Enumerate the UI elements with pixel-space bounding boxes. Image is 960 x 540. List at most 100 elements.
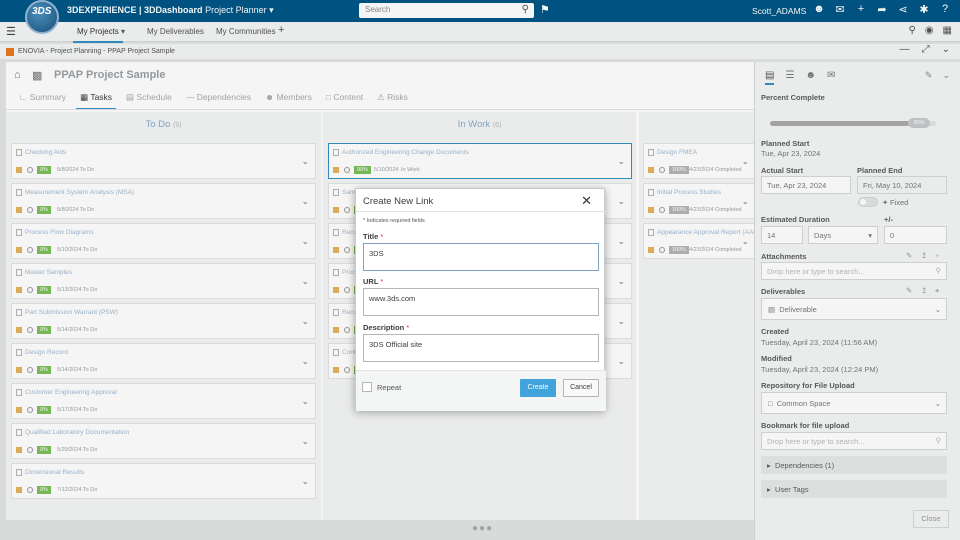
discussion-icon[interactable]: ✉ bbox=[827, 70, 835, 85]
chat-icon[interactable]: ▦ bbox=[943, 25, 952, 36]
task-card[interactable]: Master Samples 0% 5/13/2024 To Do ⌄ bbox=[11, 263, 316, 299]
create-button[interactable]: Create bbox=[520, 379, 556, 397]
add-icon[interactable]: + bbox=[935, 251, 939, 260]
document-icon bbox=[16, 149, 22, 156]
task-card[interactable]: Authorized Engineering Change Documents 9… bbox=[328, 143, 632, 179]
chevron-down-icon[interactable]: ▾ bbox=[121, 27, 125, 36]
user-tags-accordion[interactable]: ▸ User Tags bbox=[761, 480, 947, 498]
chevron-down-icon[interactable]: ⌄ bbox=[942, 44, 950, 55]
tab-my-communities[interactable]: My Communities bbox=[216, 27, 276, 36]
network-icon[interactable]: ⋖ bbox=[896, 3, 910, 16]
chevron-down-icon[interactable]: ⌄ bbox=[617, 196, 625, 207]
plusminus-input[interactable]: 0 bbox=[884, 226, 947, 244]
task-card[interactable]: Design Record 0% 5/14/2024 To Do ⌄ bbox=[11, 343, 316, 379]
tab-content[interactable]: □ Content bbox=[319, 92, 370, 107]
compass-logo[interactable]: 3DS bbox=[25, 0, 59, 34]
tools-icon[interactable]: ✱ bbox=[917, 3, 931, 16]
tab-schedule[interactable]: ▤ Schedule bbox=[119, 92, 179, 107]
task-card[interactable]: Process Flow Diagrams 0% 5/10/2024 To Do ⌄ bbox=[11, 223, 316, 259]
duration-unit-select[interactable]: Days ▾ bbox=[808, 226, 878, 244]
tag-icon[interactable]: ⚑ bbox=[540, 3, 550, 16]
chevron-down-icon[interactable]: ⌄ bbox=[301, 156, 309, 167]
repeat-checkbox[interactable] bbox=[362, 382, 372, 392]
chevron-down-icon[interactable]: ⌄ bbox=[301, 356, 309, 367]
bookmark-search[interactable]: Drop here or type to search... ⚲ bbox=[761, 432, 947, 450]
chevron-down-icon[interactable]: ⌄ bbox=[741, 236, 749, 247]
chevron-down-icon[interactable]: ⌄ bbox=[617, 356, 625, 367]
chevron-down-icon[interactable]: ⌄ bbox=[301, 196, 309, 207]
description-input[interactable]: 3DS Official site bbox=[363, 334, 599, 362]
help-icon[interactable]: ? bbox=[938, 3, 952, 16]
task-card[interactable]: Qualified Laboratory Documentation 0% 5/29… bbox=[11, 423, 316, 459]
title-input[interactable]: 3DS bbox=[363, 243, 599, 271]
tab-my-projects[interactable]: My Projects bbox=[73, 27, 123, 43]
task-card[interactable]: Customer Engineering Approval 0% 5/17/2024… bbox=[11, 383, 316, 419]
user-name[interactable]: Scott_ADAMS bbox=[752, 6, 806, 16]
chevron-down-icon[interactable]: ⌄ bbox=[301, 436, 309, 447]
clock-icon bbox=[27, 487, 33, 493]
repository-select[interactable]: □ Common Space ⌄ bbox=[761, 392, 947, 414]
cancel-button[interactable]: Cancel bbox=[563, 379, 599, 397]
dependencies-accordion[interactable]: ▸ Dependencies (1) bbox=[761, 456, 947, 474]
video-icon[interactable]: ◉ bbox=[925, 25, 934, 36]
task-card[interactable]: Appearance Approval Report (AAR) 100% 4/23… bbox=[643, 223, 760, 259]
tab-risks[interactable]: ⚠ Risks bbox=[370, 92, 415, 107]
app-name[interactable]: Project Planner bbox=[205, 5, 267, 15]
task-card[interactable]: Dimensional Results 0% 7/12/2024 To Do ⌄ bbox=[11, 463, 316, 499]
tab-members[interactable]: ☻ Members bbox=[258, 92, 319, 107]
chevron-down-icon[interactable]: ▾ bbox=[269, 5, 274, 15]
checklist-icon[interactable]: ☰ bbox=[785, 70, 794, 85]
notifications-icon[interactable]: ✉ bbox=[833, 3, 847, 16]
chevron-down-icon[interactable]: ⌄ bbox=[301, 396, 309, 407]
chevron-down-icon[interactable]: ⌄ bbox=[301, 316, 309, 327]
task-card[interactable]: Part Submission Warrant (PSW) 0% 5/14/2024… bbox=[11, 303, 316, 339]
search-icon[interactable]: ⚲ bbox=[522, 4, 529, 15]
search-user-icon[interactable]: ⚲ bbox=[908, 25, 915, 36]
search-input[interactable]: Search ⚲ bbox=[359, 3, 534, 18]
edit-icon[interactable]: ✎ bbox=[906, 251, 912, 260]
add-tab-icon[interactable]: + bbox=[278, 24, 284, 36]
tab-tasks[interactable]: ▦ Tasks bbox=[73, 92, 119, 110]
url-input[interactable]: www.3ds.com bbox=[363, 288, 599, 316]
task-card[interactable]: Checking Aids 0% 5/8/2024 To Do ⌄ bbox=[11, 143, 316, 179]
chevron-down-icon[interactable]: ⌄ bbox=[301, 276, 309, 287]
menu-icon[interactable]: ☰ bbox=[6, 25, 16, 38]
attachments-search[interactable]: Drop here or type to search... ⚲ bbox=[761, 262, 947, 280]
maximize-icon[interactable]: ⤢ bbox=[922, 44, 930, 55]
task-card[interactable]: Design FMEA 100% 4/23/2024 Completed ⌄ bbox=[643, 143, 756, 179]
properties-icon[interactable]: ▤ bbox=[765, 70, 775, 85]
avatar-icon[interactable]: ☻ bbox=[812, 3, 826, 16]
close-icon[interactable]: ✕ bbox=[581, 193, 592, 209]
edit-icon[interactable]: ✎ bbox=[906, 286, 912, 295]
chevron-down-icon[interactable]: ⌄ bbox=[617, 156, 625, 167]
more-icon[interactable]: ●●● bbox=[472, 523, 493, 534]
task-card[interactable]: Measurement System Analysis (MSA) 0% 5/8/2… bbox=[11, 183, 316, 219]
chevron-down-icon[interactable]: ⌄ bbox=[617, 236, 625, 247]
add-icon[interactable]: + bbox=[854, 3, 868, 16]
fixed-toggle[interactable] bbox=[858, 197, 878, 207]
chevron-down-icon[interactable]: ⌄ bbox=[942, 70, 950, 81]
chevron-down-icon[interactable]: ⌄ bbox=[617, 276, 625, 287]
home-icon[interactable]: ⌂ bbox=[14, 69, 21, 81]
chevron-down-icon[interactable]: ⌄ bbox=[301, 476, 309, 487]
chevron-down-icon[interactable]: ⌄ bbox=[741, 196, 749, 207]
upload-icon[interactable]: ↥ bbox=[921, 251, 927, 260]
tab-my-deliverables[interactable]: My Deliverables bbox=[147, 27, 204, 36]
minimize-icon[interactable]: — bbox=[900, 44, 910, 55]
tab-summary[interactable]: ∟ Summary bbox=[12, 92, 73, 107]
chevron-down-icon[interactable]: ⌄ bbox=[617, 316, 625, 327]
upload-icon[interactable]: ↥ bbox=[921, 286, 927, 295]
planned-end-field[interactable]: Fri, May 10, 2024 bbox=[857, 176, 947, 194]
task-card[interactable]: Initial Process Studies 100% 4/23/2024 Com… bbox=[643, 183, 756, 219]
share-icon[interactable]: ➦ bbox=[875, 3, 889, 16]
assignees-icon[interactable]: ☻ bbox=[805, 70, 816, 85]
actual-start-field[interactable]: Tue, Apr 23, 2024 bbox=[761, 176, 851, 194]
tab-dependencies[interactable]: — Dependencies bbox=[179, 92, 258, 107]
chevron-down-icon[interactable]: ⌄ bbox=[301, 236, 309, 247]
chevron-down-icon[interactable]: ⌄ bbox=[741, 156, 749, 167]
deliverables-select[interactable]: ▤ Deliverable ⌄ bbox=[761, 298, 947, 320]
close-button[interactable]: Close bbox=[913, 510, 949, 528]
duration-input[interactable]: 14 bbox=[761, 226, 803, 244]
add-icon[interactable]: + bbox=[935, 286, 939, 295]
edit-icon[interactable]: ✎ bbox=[925, 70, 933, 81]
